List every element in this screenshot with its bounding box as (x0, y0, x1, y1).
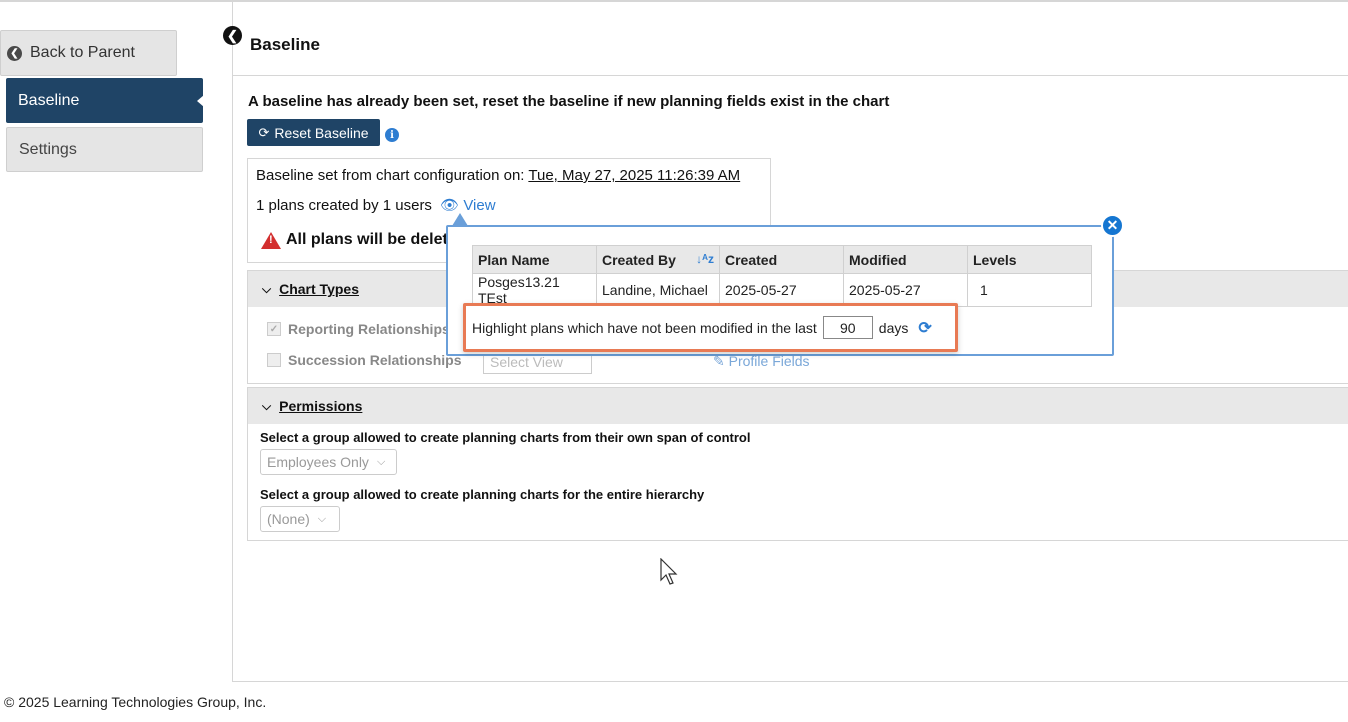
own-span-label: Select a group allowed to create plannin… (260, 430, 751, 445)
succession-relationships-option[interactable]: Succession Relationships (267, 352, 462, 368)
sidebar-item-settings[interactable]: Settings (6, 127, 203, 172)
plans-created-line: 1 plans created by 1 users 👁 View (256, 196, 496, 214)
page-title: Baseline (250, 35, 320, 54)
column-created-by[interactable]: Created By ↓ᴬᴢ (596, 245, 720, 274)
footer-divider (233, 681, 1348, 682)
own-span-value: Employees Only (267, 454, 369, 470)
reporting-relationships-checkbox[interactable]: ✓ (267, 322, 281, 336)
column-created[interactable]: Created (719, 245, 844, 274)
back-arrow-icon: ❮ (7, 45, 22, 61)
view-plans-link[interactable]: 👁 View (440, 197, 495, 214)
entire-hierarchy-select[interactable]: (None) ⌵ (260, 506, 340, 532)
warning-icon (261, 231, 281, 249)
sort-az-icon[interactable]: ↓ᴬᴢ (696, 252, 714, 266)
column-label: Plan Name (478, 251, 550, 268)
warning-text: All plans will be delet (286, 231, 448, 248)
refresh-icon[interactable]: ⟳ (918, 318, 931, 338)
plans-created-text: 1 plans created by 1 users (256, 197, 432, 214)
cell-plan-name: Posges13.21 TEst (472, 273, 597, 307)
chevron-down-icon: ⌵ (376, 455, 386, 468)
header-divider (233, 75, 1348, 76)
own-span-select[interactable]: Employees Only ⌵ (260, 449, 397, 475)
column-label: Modified (849, 251, 907, 268)
cell-levels: 1 (967, 273, 1092, 307)
chevron-down-icon: ⌵ (262, 281, 272, 296)
back-to-parent-button[interactable]: ❮ Back to Parent (0, 30, 177, 76)
entire-hierarchy-label: Select a group allowed to create plannin… (260, 487, 705, 502)
permissions-title: Permissions (279, 398, 363, 414)
sidebar-item-label: Settings (19, 140, 77, 158)
collapse-sidebar-icon[interactable]: ❮ (223, 26, 242, 45)
sidebar-item-label: Baseline (18, 91, 80, 109)
delete-warning: All plans will be delet (261, 231, 448, 249)
succession-relationships-checkbox[interactable] (267, 353, 281, 367)
succession-relationships-label: Succession Relationships (288, 352, 462, 368)
permissions-section: ⌵ Permissions Select a group allowed to … (247, 387, 1348, 541)
table-row[interactable]: Posges13.21 TEst Landine, Michael 2025-0… (472, 273, 1092, 307)
view-label: View (463, 197, 496, 214)
chevron-down-icon: ⌵ (317, 512, 327, 525)
days-input[interactable]: 90 (822, 316, 873, 339)
back-to-parent-label: Back to Parent (30, 44, 135, 61)
chart-types-title: Chart Types (279, 281, 359, 297)
baseline-date: Tue, May 27, 2025 11:26:39 AM (528, 167, 741, 184)
baseline-set-text: Baseline set from chart configuration on… (256, 167, 740, 184)
info-icon[interactable]: i (385, 128, 399, 142)
eye-icon: 👁 (440, 197, 460, 214)
cell-modified: 2025-05-27 (843, 273, 968, 307)
cell-created-by: Landine, Michael (596, 273, 720, 307)
plans-popover: Plan Name Created By ↓ᴬᴢ Created Modified… (446, 225, 1114, 356)
chevron-down-icon: ⌵ (262, 398, 272, 413)
reset-baseline-label: Reset Baseline (274, 124, 369, 141)
baseline-set-prefix: Baseline set from chart configuration on… (256, 167, 529, 184)
baseline-notice: A baseline has already been set, reset t… (248, 93, 890, 110)
column-label: Created By (602, 251, 676, 268)
column-label: Levels (973, 251, 1017, 268)
column-plan-name[interactable]: Plan Name (472, 245, 597, 274)
reset-baseline-button[interactable]: ⟳ Reset Baseline (247, 119, 380, 146)
refresh-icon: ⟳ (258, 124, 270, 140)
highlight-prefix: Highlight plans which have not been modi… (472, 319, 817, 336)
table-header-row: Plan Name Created By ↓ᴬᴢ Created Modified… (472, 245, 1092, 274)
highlight-plans-row: Highlight plans which have not been modi… (463, 303, 958, 352)
mouse-cursor-icon (660, 558, 678, 585)
cell-created: 2025-05-27 (719, 273, 844, 307)
sidebar: ❮ Back to Parent Baseline Settings (0, 2, 233, 682)
permissions-header[interactable]: ⌵ Permissions (248, 388, 1348, 424)
days-suffix: days (878, 319, 909, 336)
select-view-placeholder: Select View (490, 354, 563, 370)
footer-copyright: © 2025 Learning Technologies Group, Inc. (4, 694, 267, 710)
column-modified[interactable]: Modified (843, 245, 968, 274)
sidebar-item-baseline[interactable]: Baseline (6, 78, 204, 123)
entire-hierarchy-value: (None) (267, 511, 310, 527)
reporting-relationships-label: Reporting Relationships (288, 321, 450, 337)
column-label: Created (725, 251, 778, 268)
column-levels[interactable]: Levels (967, 245, 1092, 274)
close-popover-button[interactable]: ✕ (1101, 214, 1124, 237)
plans-table: Plan Name Created By ↓ᴬᴢ Created Modified… (472, 245, 1092, 307)
reporting-relationships-option[interactable]: ✓ Reporting Relationships (267, 321, 450, 337)
